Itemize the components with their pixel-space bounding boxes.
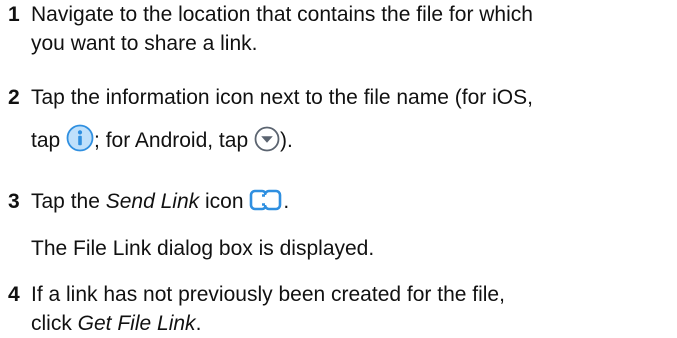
step-4-end: . [195,312,202,335]
step-number: 2 [8,86,20,109]
step-text: Navigate to the location that contains t… [31,0,671,58]
send-link-icon [249,187,283,213]
step-1-line-2: you want to share a link. [31,32,258,55]
get-file-link-term: Get File Link [77,312,196,335]
step-3-result-note: The File Link dialog box is displayed. [31,237,375,260]
step-4-line-2: click Get File Link. [31,309,671,338]
step-text: Tap the information icon next to the fil… [31,83,671,155]
step-4-line-1: If a link has not previously been create… [31,283,505,306]
step-2-text-start: tap [31,129,67,152]
step-2-line-2: tap ; for Android, tap ). [31,124,671,155]
step-2-text-end: ). [279,129,293,152]
step-2-line-1: Tap the information icon next to the fil… [31,86,533,109]
step-text: If a link has not previously been create… [31,280,671,338]
step-3-suffix: icon [199,190,250,213]
step-3-end: . [283,190,290,213]
send-link-term: Send Link [105,190,200,213]
step-1-line-1: Navigate to the location that contains t… [31,3,533,26]
step-number: 4 [8,283,20,306]
step-4-prefix: click [31,312,78,335]
step-3-line-1: Tap the Send Link icon . [31,187,671,216]
instruction-document: 1 Navigate to the location that contains… [0,0,677,337]
step-number: 3 [8,190,20,213]
chevron-down-circle-icon [254,126,280,152]
step-3-prefix: Tap the [31,190,106,213]
step-number: 1 [8,3,20,26]
info-circle-icon [66,124,94,152]
step-2-text-middle: ; for Android, tap [94,129,254,152]
step-text: Tap the Send Link icon . [31,187,671,216]
